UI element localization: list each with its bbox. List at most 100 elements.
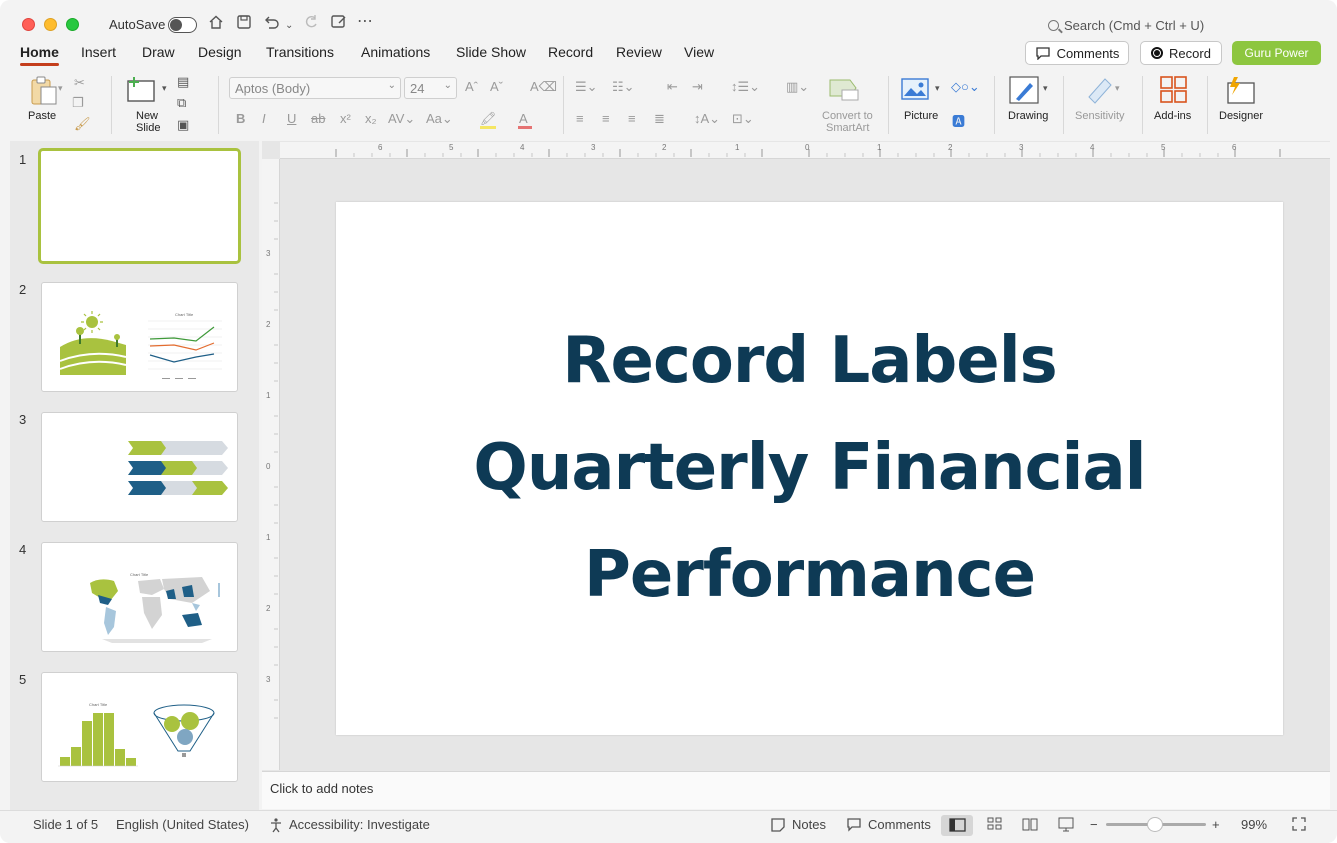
underline-icon[interactable]: U	[287, 111, 296, 126]
sensitivity-dropdown-chevron-icon: ▾	[1115, 83, 1120, 93]
reset-slide-icon[interactable]: ⧉	[177, 95, 186, 111]
subscript-icon[interactable]: x₂	[365, 111, 377, 126]
addins-button[interactable]	[1159, 75, 1189, 108]
autosave-toggle[interactable]	[168, 17, 197, 33]
text-direction-icon[interactable]: ↕A⌄	[694, 111, 720, 127]
line-spacing-icon[interactable]: ↕☰⌄	[731, 79, 760, 95]
slide-canvas[interactable]: Record Labels Quarterly Financial Perfor…	[336, 202, 1283, 735]
character-spacing-icon[interactable]: AV⌄	[388, 111, 415, 127]
close-window-button[interactable]	[22, 18, 35, 31]
strikethrough-icon[interactable]: ab	[311, 111, 325, 126]
format-painter-icon[interactable]: 🖌	[74, 116, 91, 132]
change-case-icon[interactable]: Aa⌄	[426, 111, 453, 127]
slide-sorter-view-icon[interactable]	[986, 815, 1004, 836]
slide-thumbnail-1[interactable]	[38, 148, 241, 264]
ribbon-home: ▾ Paste ✂ ❐ 🖌 ▾ New Slide ▤ ⧉ ▣ Aptos (B…	[0, 70, 1337, 140]
align-center-icon[interactable]: ≡	[602, 111, 610, 126]
reading-view-icon[interactable]	[1021, 815, 1039, 836]
comments-toggle-button[interactable]: Comments	[868, 817, 931, 832]
comments-button[interactable]: Comments	[1025, 41, 1129, 65]
paste-dropdown-chevron-icon[interactable]: ▾	[58, 83, 63, 94]
bullets-icon[interactable]: ☰⌄	[575, 79, 598, 95]
section-icon[interactable]: ▣	[177, 117, 189, 133]
drawing-dropdown-chevron-icon[interactable]: ▾	[1043, 83, 1048, 94]
normal-view-button[interactable]	[941, 815, 973, 836]
undo-icon[interactable]	[263, 14, 281, 36]
new-slide-button[interactable]	[126, 75, 158, 106]
superscript-icon[interactable]: x²	[340, 111, 351, 126]
minimize-window-button[interactable]	[44, 18, 57, 31]
home-icon[interactable]	[208, 14, 224, 36]
zoom-level[interactable]: 99%	[1241, 817, 1267, 832]
picture-dropdown-chevron-icon[interactable]: ▾	[935, 83, 940, 94]
notes-pane[interactable]: Click to add notes	[262, 771, 1330, 809]
zoom-slider-handle[interactable]	[1147, 817, 1163, 832]
layout-icon[interactable]: ▤	[177, 74, 189, 90]
slide-title[interactable]: Record Labels Quarterly Financial Perfor…	[473, 308, 1146, 629]
bold-icon[interactable]: B	[236, 111, 245, 126]
new-slide-dropdown-chevron-icon[interactable]: ▾	[162, 83, 167, 94]
undo-dropdown-chevron-icon[interactable]: ⌄	[285, 16, 293, 36]
tab-animations[interactable]: Animations	[361, 44, 430, 60]
fit-to-window-icon[interactable]	[1291, 816, 1307, 835]
tab-transitions[interactable]: Transitions	[266, 44, 334, 60]
columns-icon[interactable]: ▥⌄	[786, 79, 809, 95]
tab-design[interactable]: Design	[198, 44, 242, 60]
ribbon-tabs: Home Insert Draw Design Transitions Anim…	[0, 40, 1337, 70]
align-left-icon[interactable]: ≡	[576, 111, 584, 126]
language-indicator[interactable]: English (United States)	[116, 817, 249, 832]
zoom-in-button[interactable]: +	[1212, 817, 1220, 832]
tab-record[interactable]: Record	[548, 44, 593, 60]
tab-slide-show[interactable]: Slide Show	[456, 44, 526, 60]
font-size-select[interactable]: 24 ⌄	[404, 77, 457, 99]
designer-button[interactable]	[1224, 75, 1256, 108]
picture-button[interactable]	[900, 76, 930, 105]
highlight-icon[interactable]: 🖍	[480, 111, 497, 127]
font-color-icon[interactable]: A	[519, 111, 528, 126]
accessibility-icon[interactable]	[268, 817, 284, 833]
slide-thumbnail-5[interactable]: Chart Title	[41, 672, 238, 782]
svg-text:6: 6	[1232, 143, 1237, 152]
tab-draw[interactable]: Draw	[142, 44, 175, 60]
slideshow-view-icon[interactable]	[1057, 815, 1075, 836]
font-name-select[interactable]: Aptos (Body) ⌄	[229, 77, 401, 99]
drawing-button[interactable]	[1008, 75, 1040, 108]
tab-home[interactable]: Home	[20, 44, 59, 66]
shapes-icon[interactable]: ◇○⌄	[951, 79, 980, 95]
justify-icon[interactable]: ≣	[654, 111, 665, 127]
slide-thumbnail-3[interactable]	[41, 412, 238, 522]
convert-to-smartart-button[interactable]	[828, 76, 862, 105]
tab-insert[interactable]: Insert	[81, 44, 116, 60]
tab-review[interactable]: Review	[616, 44, 662, 60]
decrease-indent-icon[interactable]: ⇤	[667, 79, 678, 95]
increase-font-size-icon[interactable]: Aˆ	[465, 79, 478, 94]
notes-toggle-icon[interactable]	[770, 817, 786, 833]
accessibility-status[interactable]: Accessibility: Investigate	[289, 817, 430, 832]
text-box-icon[interactable]: 🅰	[952, 111, 965, 130]
decrease-font-size-icon[interactable]: Aˇ	[490, 79, 503, 94]
svg-text:3: 3	[1019, 143, 1024, 152]
tab-view[interactable]: View	[684, 44, 714, 60]
thumbnail-number: 4	[19, 542, 27, 557]
save-icon[interactable]	[236, 14, 252, 36]
guru-power-button[interactable]: Guru Power	[1232, 41, 1321, 65]
numbering-icon[interactable]: ☷⌄	[612, 79, 635, 95]
more-options-icon[interactable]: ⋯	[357, 12, 373, 32]
drawing-icon	[1009, 76, 1039, 104]
svg-text:5: 5	[449, 143, 454, 152]
slide-thumbnail-4[interactable]: Chart Title	[41, 542, 238, 652]
line-chart-thumbnail	[148, 320, 222, 379]
clear-formatting-icon[interactable]: A⌫	[530, 79, 557, 95]
increase-indent-icon[interactable]: ⇥	[692, 79, 703, 95]
italic-icon[interactable]: I	[262, 111, 266, 126]
zoom-out-button[interactable]: −	[1090, 817, 1098, 832]
slideshow-icon[interactable]	[330, 14, 348, 36]
notes-toggle-button[interactable]: Notes	[792, 817, 826, 832]
align-right-icon[interactable]: ≡	[628, 111, 636, 126]
align-text-icon[interactable]: ⊡⌄	[732, 111, 754, 127]
comments-toggle-icon[interactable]	[846, 817, 862, 833]
record-button[interactable]: Record	[1140, 41, 1222, 65]
search-box[interactable]: Search (Cmd + Ctrl + U)	[1048, 18, 1204, 33]
slide-thumbnail-2[interactable]: Chart Title	[41, 282, 238, 392]
maximize-window-button[interactable]	[66, 18, 79, 31]
